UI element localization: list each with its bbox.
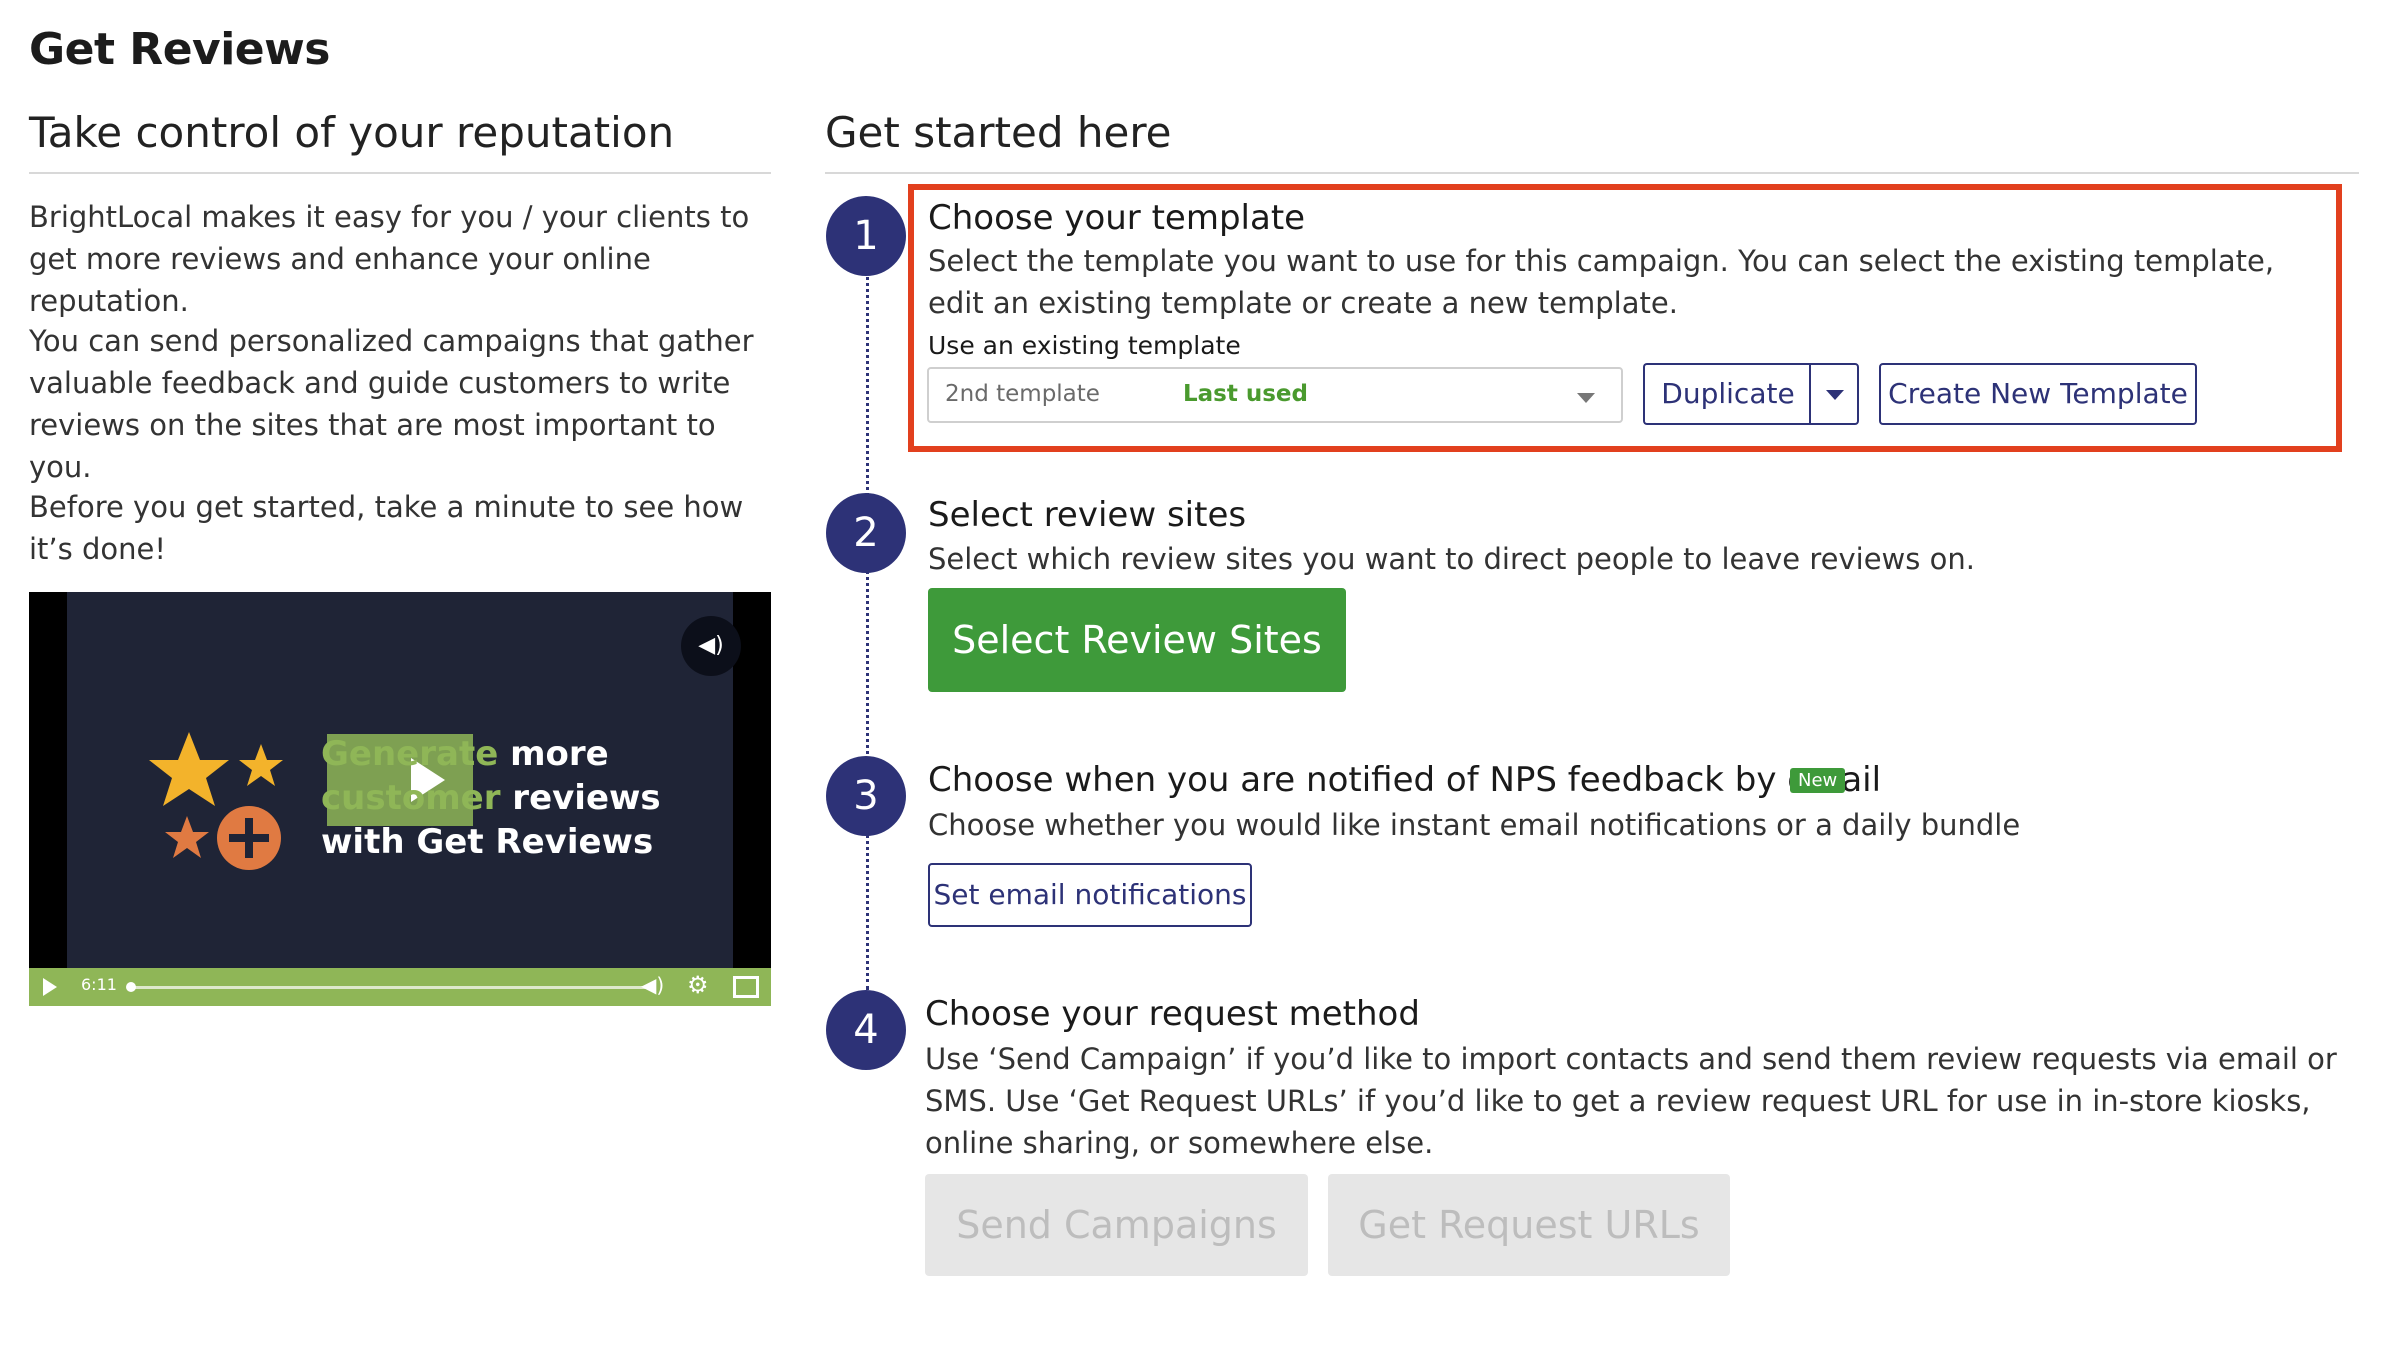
left-divider [29, 172, 771, 174]
campaign-paragraph: You can send personalized campaigns that… [29, 324, 754, 484]
step-number-1: 1 [826, 196, 906, 276]
step2-description: Select which review sites you want to di… [928, 542, 1975, 576]
video-controls: 6:11 ◀︎) ⚙ [29, 968, 771, 1006]
step3-title: Choose when you are notified of NPS feed… [928, 760, 1882, 800]
video-caption-l1: more [498, 734, 609, 774]
step-connector-line [866, 270, 869, 990]
template-select[interactable]: 2nd template Last used [927, 367, 1623, 423]
step-number-2: 2 [826, 493, 906, 573]
video-caption-hl2: customer [321, 778, 501, 818]
get-request-urls-button[interactable]: Get Request URLs [1328, 1174, 1730, 1276]
step-number-4: 4 [826, 990, 906, 1070]
settings-gear-icon[interactable]: ⚙ [687, 971, 709, 999]
template-select-value: 2nd template [945, 381, 1100, 407]
video-caption-hl1: Generate [321, 734, 499, 774]
create-new-template-button[interactable]: Create New Template [1879, 363, 2197, 425]
video-caption-l2: reviews [500, 778, 661, 818]
step3-description: Choose whether you would like instant em… [928, 808, 2021, 842]
video-volume-icon[interactable]: ◀︎) [681, 616, 741, 676]
video-caption-l3: with Get Reviews [321, 822, 654, 862]
step2-title: Select review sites [928, 495, 1247, 535]
video-time: 6:11 [81, 975, 117, 994]
duplicate-dropdown-button[interactable] [1809, 363, 1859, 425]
page-title: Get Reviews [29, 24, 330, 75]
step1-title: Choose your template [928, 198, 1306, 238]
left-heading: Take control of your reputation [29, 108, 675, 157]
caret-down-icon [1826, 390, 1844, 400]
step4-title: Choose your request method [925, 994, 1420, 1034]
select-review-sites-button[interactable]: Select Review Sites [928, 588, 1346, 692]
stars-plus-icon [149, 732, 283, 870]
fullscreen-icon[interactable] [733, 976, 759, 998]
set-email-notifications-button[interactable]: Set email notifications [928, 863, 1252, 927]
tutorial-video[interactable]: ◀︎) Generate more customer reviews with … [29, 592, 771, 1006]
video-intro-paragraph: Before you get started, take a minute to… [29, 490, 744, 566]
chevron-down-icon [1577, 393, 1595, 403]
video-caption: Generate more customer reviews with Get … [321, 732, 661, 864]
intro-paragraph: BrightLocal makes it easy for you / your… [29, 200, 750, 318]
duplicate-button[interactable]: Duplicate [1643, 363, 1811, 425]
last-used-badge: Last used [1183, 381, 1308, 407]
right-heading: Get started here [825, 108, 1172, 157]
step4-description: Use ‘Send Campaign’ if you’d like to imp… [925, 1042, 2337, 1160]
video-mute-icon[interactable]: ◀︎) [641, 973, 664, 997]
new-badge: New [1790, 768, 1846, 793]
video-scrubber[interactable] [129, 986, 649, 989]
send-campaigns-button[interactable]: Send Campaigns [925, 1174, 1308, 1276]
video-scrubber-handle[interactable] [126, 982, 136, 992]
video-play-icon[interactable] [43, 978, 57, 996]
existing-template-label: Use an existing template [928, 331, 1241, 360]
step-number-3: 3 [826, 756, 906, 836]
right-divider [825, 172, 2359, 174]
video-letterbox-left [29, 592, 67, 968]
step1-description: Select the template you want to use for … [928, 244, 2275, 320]
